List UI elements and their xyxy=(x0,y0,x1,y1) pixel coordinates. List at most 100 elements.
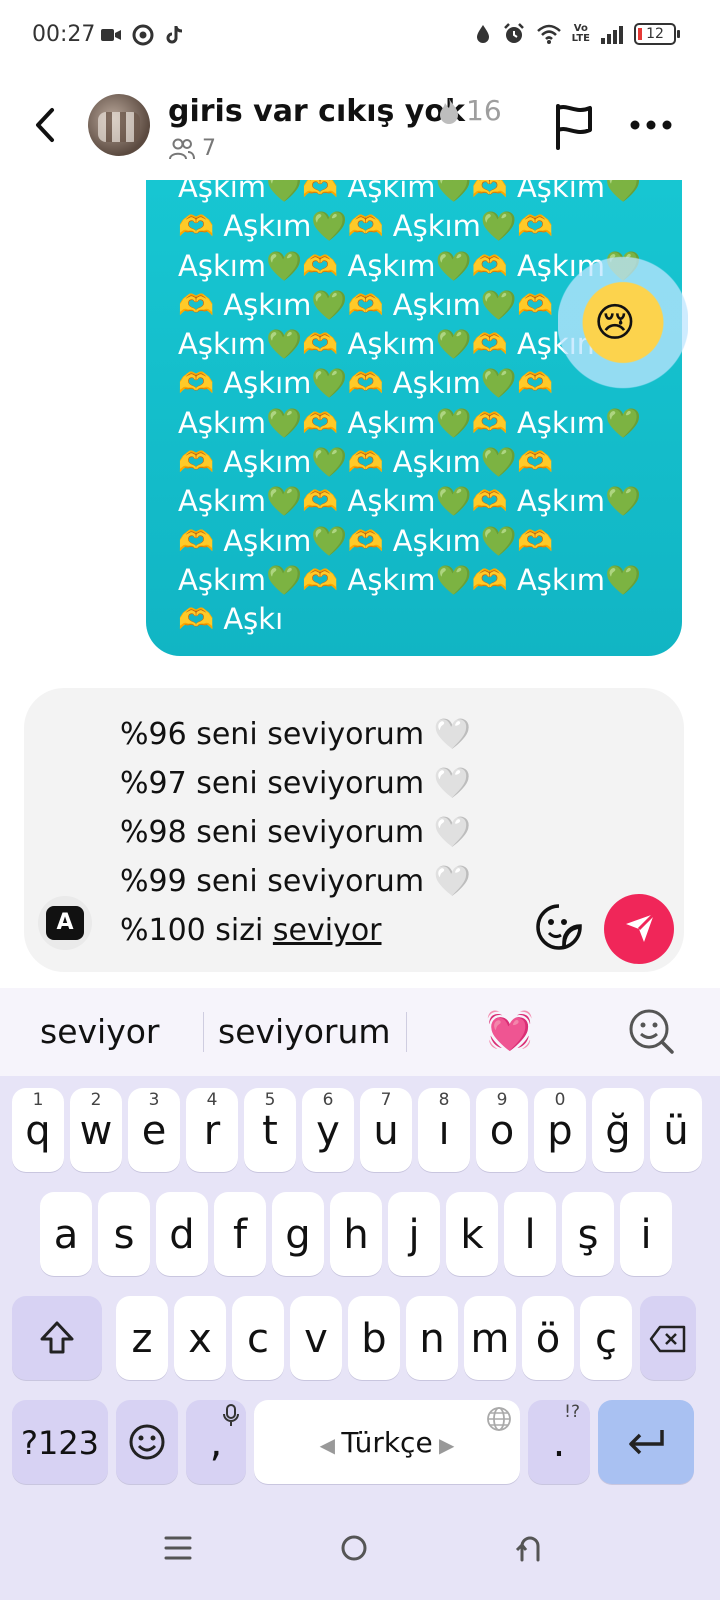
shift-key[interactable] xyxy=(12,1296,102,1380)
emoji-search-icon[interactable] xyxy=(628,1008,674,1054)
data-saver-icon xyxy=(476,25,489,43)
key-dotless-i[interactable]: 8ı xyxy=(418,1088,470,1172)
composer-line: %99 seni seviyorum 🤍 xyxy=(120,864,471,899)
key-y[interactable]: 6y xyxy=(302,1088,354,1172)
more-options-button[interactable] xyxy=(628,110,674,140)
key-o[interactable]: 9o xyxy=(476,1088,528,1172)
send-icon xyxy=(626,912,656,942)
key-label: v xyxy=(304,1316,328,1362)
key-f[interactable]: f xyxy=(214,1192,266,1276)
key-label: q xyxy=(25,1108,51,1154)
crying-sticker-icon[interactable]: 😢 xyxy=(558,240,688,390)
group-avatar[interactable] xyxy=(88,94,150,156)
key-p[interactable]: 0p xyxy=(534,1088,586,1172)
key-s-cedilla[interactable]: ş xyxy=(562,1192,614,1276)
composer-input[interactable]: %96 seni seviyorum 🤍 %97 seni seviyorum … xyxy=(120,710,471,955)
key-label: ğ xyxy=(605,1108,631,1154)
key-a[interactable]: a xyxy=(40,1192,92,1276)
key-label: k xyxy=(460,1212,484,1258)
sticker-button-icon[interactable] xyxy=(534,902,584,952)
home-icon[interactable] xyxy=(334,1528,374,1568)
key-label: n xyxy=(419,1316,445,1362)
recent-apps-icon[interactable] xyxy=(158,1528,198,1568)
suggestion-2[interactable]: seviyorum xyxy=(218,1012,391,1051)
emoji-icon xyxy=(129,1424,165,1460)
key-c[interactable]: c xyxy=(232,1296,284,1380)
suggestion-1[interactable]: seviyor xyxy=(40,1012,159,1051)
status-system-icons: Vo LTE 12 xyxy=(474,22,680,46)
key-label: t xyxy=(262,1108,278,1154)
key-n[interactable]: n xyxy=(406,1296,458,1380)
enter-key[interactable] xyxy=(598,1400,694,1484)
key-label: c xyxy=(247,1316,269,1362)
key-l[interactable]: l xyxy=(504,1192,556,1276)
back-button[interactable] xyxy=(24,100,68,150)
backspace-key[interactable] xyxy=(640,1296,696,1380)
send-button[interactable] xyxy=(604,894,674,964)
key-label: o xyxy=(489,1108,515,1154)
key-label: u xyxy=(373,1108,399,1154)
space-language-label: Türkçe xyxy=(341,1426,433,1459)
key-j[interactable]: j xyxy=(388,1192,440,1276)
symbols-key[interactable]: ?123 xyxy=(12,1400,108,1484)
composer-last-prefix: %100 sizi xyxy=(120,913,273,948)
key-r[interactable]: 4r xyxy=(186,1088,238,1172)
key-d[interactable]: d xyxy=(156,1192,208,1276)
composer-line-last: %100 sizi seviyor xyxy=(120,906,471,955)
chat-title[interactable]: giris var cıkış yok xyxy=(168,94,465,129)
keyboard: 1q 2w 3e 4r 5t 6y 7u 8ı 9o 0p ğ ü a s d … xyxy=(0,1076,720,1506)
report-flag-button[interactable] xyxy=(552,102,596,150)
streak-count: 16 xyxy=(466,94,502,127)
member-count-row[interactable]: 7 xyxy=(168,136,216,161)
key-g[interactable]: g xyxy=(272,1192,324,1276)
key-k[interactable]: k xyxy=(446,1192,498,1276)
emoji-key[interactable] xyxy=(116,1400,178,1484)
key-e[interactable]: 3e xyxy=(128,1088,180,1172)
composer-line: %97 seni seviyorum 🤍 xyxy=(120,766,471,801)
key-t[interactable]: 5t xyxy=(244,1088,296,1172)
key-i[interactable]: i xyxy=(620,1192,672,1276)
suggestion-emoji[interactable]: 💓 xyxy=(486,1008,533,1053)
key-label: d xyxy=(169,1212,195,1258)
comma-label: , xyxy=(209,1420,223,1466)
key-c-cedilla[interactable]: ç xyxy=(580,1296,632,1380)
key-q[interactable]: 1q xyxy=(12,1088,64,1172)
suggestion-divider xyxy=(203,1012,204,1052)
key-label: h xyxy=(343,1212,369,1258)
key-b[interactable]: b xyxy=(348,1296,400,1380)
key-u-umlaut[interactable]: ü xyxy=(650,1088,702,1172)
key-u[interactable]: 7u xyxy=(360,1088,412,1172)
key-z[interactable]: z xyxy=(116,1296,168,1380)
key-v[interactable]: v xyxy=(290,1296,342,1380)
key-number-hint: 5 xyxy=(264,1090,276,1110)
members-icon xyxy=(169,138,195,159)
period-key[interactable]: !? . xyxy=(528,1400,590,1484)
key-s[interactable]: s xyxy=(98,1192,150,1276)
space-bar[interactable]: ◀ Türkçe ▶ xyxy=(254,1400,520,1484)
shift-icon xyxy=(40,1321,74,1354)
video-icon xyxy=(101,29,121,41)
key-label: x xyxy=(188,1316,212,1362)
key-g-breve[interactable]: ğ xyxy=(592,1088,644,1172)
message-composer[interactable]: %96 seni seviyorum 🤍 %97 seni seviyorum … xyxy=(24,688,684,972)
streak-badge: 16 xyxy=(436,94,502,127)
wifi-icon xyxy=(536,24,561,44)
tiktok-icon xyxy=(166,26,183,44)
composer-composing-word: seviyor xyxy=(272,913,382,948)
key-number-hint: 8 xyxy=(438,1090,450,1110)
key-h[interactable]: h xyxy=(330,1192,382,1276)
key-w[interactable]: 2w xyxy=(70,1088,122,1172)
key-label: r xyxy=(203,1108,221,1154)
key-label: i xyxy=(640,1212,652,1258)
text-style-button[interactable]: A xyxy=(38,896,92,950)
key-label: m xyxy=(470,1316,510,1362)
comma-key[interactable]: , xyxy=(186,1400,246,1484)
key-x[interactable]: x xyxy=(174,1296,226,1380)
key-m[interactable]: m xyxy=(464,1296,516,1380)
suggestion-divider xyxy=(406,1012,407,1052)
backspace-icon xyxy=(649,1325,686,1353)
key-o-umlaut[interactable]: ö xyxy=(522,1296,574,1380)
back-nav-icon[interactable] xyxy=(510,1528,550,1568)
status-time: 00:27 xyxy=(32,22,96,47)
space-right-arrow: ▶ xyxy=(432,1433,455,1457)
